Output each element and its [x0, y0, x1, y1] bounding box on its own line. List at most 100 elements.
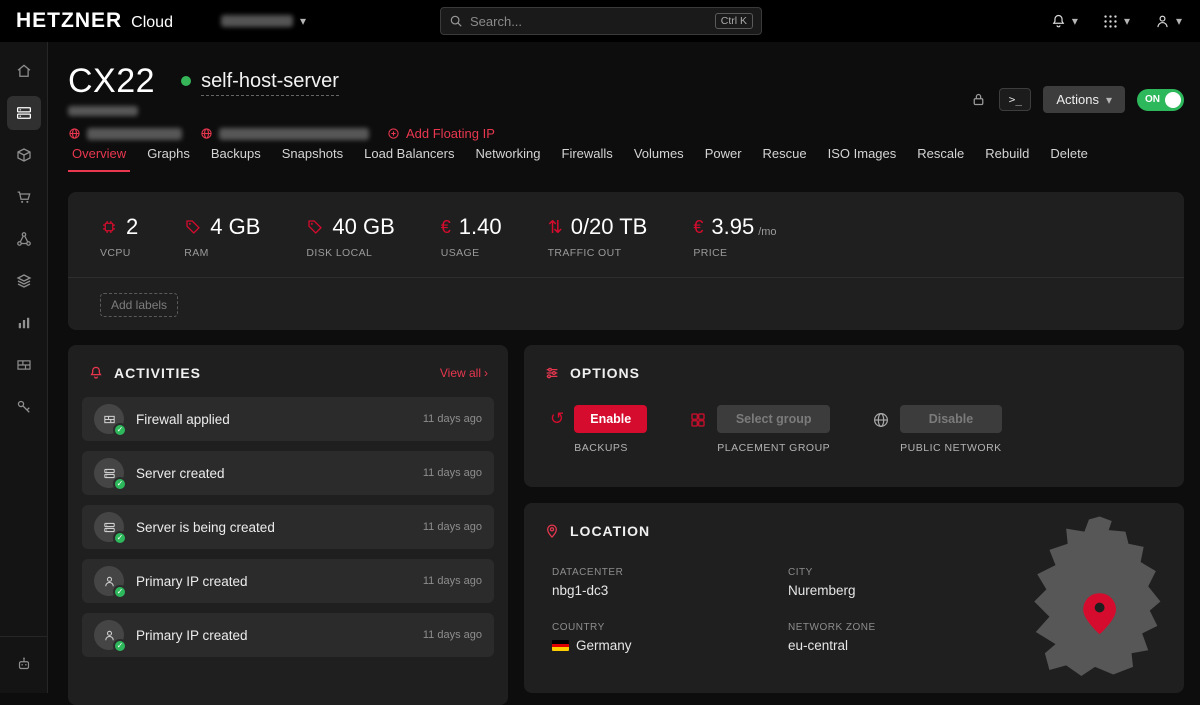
hetzner-logo[interactable]: HETZNER Cloud: [16, 9, 173, 33]
sidebar-item-home[interactable]: [7, 54, 41, 88]
server-name[interactable]: self-host-server: [201, 70, 339, 96]
stat-price: € 3.95 /mo PRICE: [693, 214, 776, 259]
option-backups: ↺ Enable BACKUPS: [550, 405, 647, 454]
bar-chart-icon: [15, 314, 33, 332]
sidebar-item-images[interactable]: [7, 138, 41, 172]
tab-networking[interactable]: Networking: [471, 142, 544, 172]
tag-icon: [306, 218, 324, 236]
sidebar-item-security[interactable]: [7, 390, 41, 424]
add-labels-button[interactable]: Add labels: [100, 293, 178, 317]
tab-power[interactable]: Power: [701, 142, 746, 172]
view-all-link[interactable]: View all ›: [440, 366, 488, 380]
project-name-redacted: [221, 15, 293, 27]
stat-disk: 40 GB DISK LOCAL: [306, 214, 394, 259]
activity-row: ✓ Server created 11 days ago: [82, 451, 494, 495]
bell-icon: [88, 365, 104, 381]
field-value: eu-central: [788, 638, 1024, 653]
sidebar-item-load-balancers[interactable]: [7, 264, 41, 298]
firewall-icon: [15, 356, 33, 374]
sidebar-item-networks[interactable]: [7, 222, 41, 256]
location-field-country: COUNTRY Germany: [552, 622, 788, 653]
stat-label: VCPU: [100, 247, 138, 259]
project-selector[interactable]: ▾: [221, 15, 306, 27]
chevron-right-icon: ›: [484, 366, 488, 380]
success-check-icon: ✓: [113, 477, 127, 491]
console-button[interactable]: >_: [999, 88, 1031, 111]
location-field-network-zone: NETWORK ZONE eu-central: [788, 622, 1024, 653]
germany-flag-icon: [552, 640, 569, 651]
notifications-menu[interactable]: ▾: [1050, 13, 1078, 30]
enable-backups-button[interactable]: Enable: [574, 405, 647, 433]
main-content: CX22 self-host-server Add Floating IP: [48, 42, 1200, 693]
chevron-down-icon: ▾: [300, 15, 306, 27]
activity-row: ✓ Server is being created 11 days ago: [82, 505, 494, 549]
tab-rescue[interactable]: Rescue: [759, 142, 811, 172]
add-floating-ip-label: Add Floating IP: [406, 126, 495, 141]
option-public-network: Disable PUBLIC NETWORK: [872, 405, 1002, 454]
divider: [68, 277, 1184, 278]
server-plan: CX22: [68, 64, 155, 98]
actions-button[interactable]: Actions ▾: [1043, 86, 1125, 113]
activities-title: ACTIVITIES: [114, 365, 201, 381]
activity-text: Server is being created: [136, 520, 275, 535]
location-field-datacenter: DATACENTER nbg1-dc3: [552, 567, 788, 598]
stat-value: 1.40: [459, 214, 502, 240]
sidebar-item-metrics[interactable]: [7, 306, 41, 340]
disable-public-network-button[interactable]: Disable: [900, 405, 1002, 433]
primary-ip-icon: ✓: [94, 620, 124, 650]
stat-value: 3.95: [711, 214, 754, 240]
field-label: COUNTRY: [552, 622, 788, 633]
server-icon: ✓: [94, 458, 124, 488]
server-id-redacted: [68, 106, 138, 116]
user-icon: [1154, 13, 1171, 30]
activity-text: Firewall applied: [136, 412, 230, 427]
ipv4-redacted: [87, 128, 182, 140]
location-card: LOCATION DATACENTER nbg1-dc3 CITY Nuremb…: [524, 503, 1184, 693]
account-menu[interactable]: ▾: [1154, 13, 1182, 30]
home-icon: [15, 62, 33, 80]
tab-rebuild[interactable]: Rebuild: [981, 142, 1033, 172]
sidebar-item-firewalls[interactable]: [7, 348, 41, 382]
activity-row: ✓ Primary IP created 11 days ago: [82, 613, 494, 657]
stat-value: 4 GB: [210, 214, 260, 240]
tab-graphs[interactable]: Graphs: [143, 142, 194, 172]
search-bar[interactable]: Ctrl K: [440, 7, 762, 35]
brand-name: HETZNER: [16, 9, 122, 33]
ipv4-address[interactable]: [68, 127, 182, 140]
options-title: OPTIONS: [570, 365, 640, 381]
add-floating-ip-link[interactable]: Add Floating IP: [387, 126, 495, 141]
apps-grid-icon: [1102, 13, 1119, 30]
key-icon: [15, 398, 33, 416]
globe-icon: [68, 127, 81, 140]
sidebar-item-assistant[interactable]: [7, 647, 41, 681]
tab-iso-images[interactable]: ISO Images: [824, 142, 901, 172]
tab-backups[interactable]: Backups: [207, 142, 265, 172]
tab-delete[interactable]: Delete: [1046, 142, 1092, 172]
tab-rescale[interactable]: Rescale: [913, 142, 968, 172]
chevron-down-icon: ▾: [1106, 94, 1112, 106]
brand-product: Cloud: [131, 14, 173, 32]
stat-label: USAGE: [441, 247, 502, 259]
tab-load-balancers[interactable]: Load Balancers: [360, 142, 458, 172]
tab-overview[interactable]: Overview: [68, 142, 130, 172]
field-label: DATACENTER: [552, 567, 788, 578]
topbar-actions: ▾ ▾ ▾: [1050, 0, 1182, 42]
location-field-city: CITY Nuremberg: [788, 567, 1024, 598]
activity-time: 11 days ago: [423, 575, 482, 587]
tab-volumes[interactable]: Volumes: [630, 142, 688, 172]
lock-icon[interactable]: [970, 91, 987, 108]
topbar: HETZNER Cloud ▾ Ctrl K ▾ ▾ ▾: [0, 0, 1200, 42]
ipv6-address[interactable]: [200, 127, 369, 140]
sidebar-item-servers[interactable]: [7, 96, 41, 130]
tab-firewalls[interactable]: Firewalls: [558, 142, 617, 172]
germany-map: [1016, 513, 1168, 681]
sidebar-item-pricing[interactable]: [7, 180, 41, 214]
power-toggle[interactable]: ON: [1137, 89, 1184, 111]
search-input[interactable]: [470, 14, 708, 29]
activity-time: 11 days ago: [423, 467, 482, 479]
select-group-button[interactable]: Select group: [717, 405, 830, 433]
tab-snapshots[interactable]: Snapshots: [278, 142, 347, 172]
backup-restore-icon: ↺: [550, 410, 564, 454]
apps-menu[interactable]: ▾: [1102, 13, 1130, 30]
location-pin-icon: [544, 523, 560, 539]
